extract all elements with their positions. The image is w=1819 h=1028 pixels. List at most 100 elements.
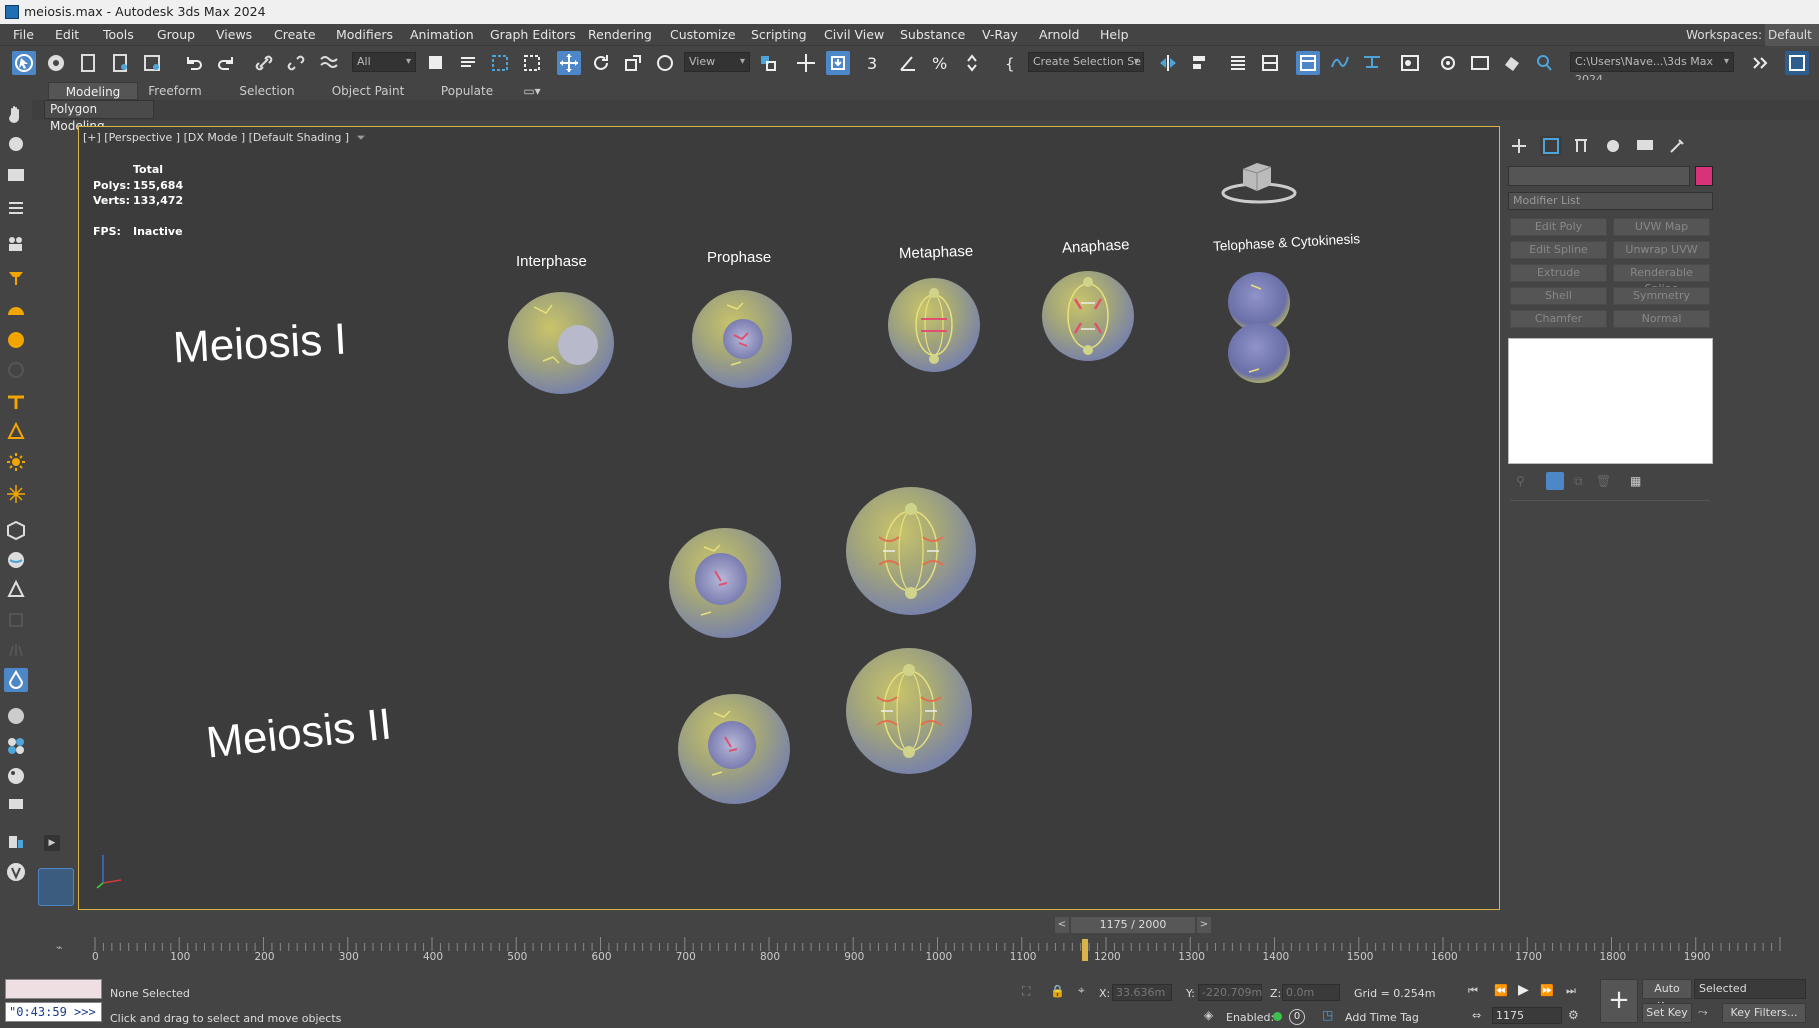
time-config-icon[interactable]: ⚙ — [1568, 1008, 1579, 1022]
more-tools-icon[interactable] — [1748, 51, 1772, 75]
render-setup-icon[interactable] — [140, 51, 164, 75]
sun-icon[interactable] — [4, 450, 28, 474]
create-tab-icon[interactable] — [1508, 136, 1530, 156]
make-unique-icon[interactable]: ⧉ — [1574, 474, 1583, 489]
scale-icon[interactable] — [621, 51, 645, 75]
toggle-ribbon-icon[interactable] — [1296, 51, 1320, 75]
key-tangent-icon[interactable]: ⤳ — [1698, 1005, 1708, 1020]
sky-light-icon[interactable] — [4, 482, 28, 506]
box-object-icon[interactable] — [4, 518, 28, 542]
meiosis2-metaphase-cell-top[interactable] — [846, 487, 976, 615]
list-icon[interactable] — [4, 196, 28, 220]
pan-hand-icon[interactable] — [4, 102, 28, 126]
isolate-selection-icon[interactable]: ⛶ — [1022, 984, 1030, 999]
display-icon[interactable] — [4, 794, 28, 818]
sphere-object-icon[interactable] — [4, 548, 28, 572]
play-icon[interactable]: ▶ — [1518, 982, 1529, 998]
meiosis2-prophase-cell-top[interactable] — [669, 528, 781, 638]
menu-views[interactable]: Views — [216, 24, 252, 46]
maxscript-listener-field[interactable] — [5, 979, 102, 999]
utilities-tab-icon[interactable] — [1666, 136, 1688, 156]
frame-display[interactable]: 1175 / 2000 — [1071, 917, 1195, 933]
menu-substance[interactable]: Substance — [900, 24, 965, 46]
render-in-cloud-icon[interactable] — [1532, 51, 1556, 75]
show-end-result-icon[interactable] — [1546, 472, 1564, 490]
tab-object-paint[interactable]: Object Paint — [326, 82, 410, 100]
renderable-spline-button[interactable]: Renderable Spline — [1613, 264, 1710, 295]
edit-poly-button[interactable]: Edit Poly — [1510, 218, 1607, 236]
select-object-icon[interactable] — [12, 51, 36, 75]
current-frame-field[interactable]: 1175 — [1492, 1007, 1562, 1024]
menu-civil-view[interactable]: Civil View — [824, 24, 884, 46]
menu-customize[interactable]: Customize — [670, 24, 736, 46]
chamfer-button[interactable]: Chamfer — [1510, 310, 1607, 328]
selection-filter-dropdown[interactable]: All — [352, 52, 416, 72]
keyboard-shortcut-override-icon[interactable] — [826, 51, 850, 75]
save-file-icon[interactable] — [108, 51, 132, 75]
move-icon[interactable] — [557, 51, 581, 75]
meiosis2-metaphase-cell-bottom[interactable] — [846, 648, 972, 774]
expand-toolbar-button[interactable]: ▶ — [44, 835, 60, 851]
modifier-stack[interactable] — [1508, 338, 1713, 464]
menu-tools[interactable]: Tools — [103, 24, 134, 46]
motion-tab-icon[interactable] — [1602, 136, 1624, 156]
spotlight-icon[interactable] — [4, 266, 28, 290]
goto-start-icon[interactable]: ⏮ — [1468, 984, 1478, 998]
orbit-icon[interactable] — [4, 132, 28, 156]
edit-named-selection-icon[interactable]: { — [1000, 51, 1024, 75]
extrude-button[interactable]: Extrude — [1510, 264, 1607, 282]
rectangular-selection-icon[interactable] — [488, 51, 512, 75]
metaphase-cell[interactable] — [888, 278, 980, 372]
layer-explorer-icon[interactable] — [1258, 51, 1282, 75]
set-key-button[interactable]: Set Key — [1642, 1003, 1692, 1023]
edit-spline-button[interactable]: Edit Spline — [1510, 241, 1607, 259]
link-icon[interactable] — [252, 51, 276, 75]
modifier-list-dropdown[interactable]: Modifier List — [1508, 192, 1713, 210]
percent-snap-icon[interactable]: % — [928, 51, 952, 75]
camera-icon[interactable] — [4, 162, 28, 186]
ies-light-icon[interactable] — [4, 420, 28, 444]
time-slider[interactable]: < 1175 / 2000 > — [1055, 917, 1211, 934]
mirror-icon[interactable] — [1156, 51, 1180, 75]
time-tag-icon[interactable]: ◳ — [1322, 1008, 1333, 1022]
vray-icon[interactable] — [4, 860, 28, 884]
reference-coord-dropdown[interactable]: View — [684, 52, 750, 72]
ribbon-options-icon[interactable]: ▭▾ — [520, 82, 544, 100]
modify-panel-icon[interactable] — [4, 668, 28, 692]
menu-rendering[interactable]: Rendering — [588, 24, 652, 46]
perspective-viewport[interactable]: [+] [Perspective ] [DX Mode ] [Default S… — [78, 126, 1500, 910]
menu-modifiers[interactable]: Modifiers — [336, 24, 393, 46]
menu-file[interactable]: File — [13, 24, 34, 46]
meiosis2-prophase-cell-bottom[interactable] — [678, 694, 790, 804]
place-icon[interactable] — [653, 51, 677, 75]
render-setup-toolbar-icon[interactable] — [1436, 51, 1460, 75]
curve-editor-icon[interactable] — [1328, 51, 1352, 75]
save-workspace-icon[interactable] — [1785, 51, 1809, 75]
tab-selection[interactable]: Selection — [232, 82, 302, 100]
menu-arnold[interactable]: Arnold — [1039, 24, 1079, 46]
menu-vray[interactable]: V-Ray — [982, 24, 1018, 46]
next-key-icon[interactable]: ⏩ — [1540, 984, 1554, 997]
cell-models[interactable] — [79, 127, 1500, 910]
viewport-layout-button[interactable] — [38, 868, 74, 906]
angle-snap-icon[interactable] — [896, 51, 920, 75]
auto-key-button[interactable]: Auto Key — [1642, 979, 1692, 1013]
normal-button[interactable]: Normal — [1613, 310, 1710, 328]
selected-dropdown[interactable]: Selected — [1694, 979, 1806, 999]
set-key-big-button[interactable]: + — [1600, 979, 1638, 1023]
undo-icon[interactable] — [182, 51, 206, 75]
configure-modifier-sets-icon[interactable]: ▦ — [1630, 474, 1641, 488]
polygon-modeling-panel[interactable]: Polygon Modeling — [44, 100, 154, 133]
menu-help[interactable]: Help — [1100, 24, 1129, 46]
bind-space-warp-icon[interactable] — [316, 51, 340, 75]
menu-animation[interactable]: Animation — [410, 24, 474, 46]
open-file-icon[interactable] — [76, 51, 100, 75]
prev-key-icon[interactable]: ⏪ — [1494, 984, 1508, 997]
object-name-field[interactable] — [1508, 166, 1690, 186]
unwrap-uvw-button[interactable]: Unwrap UVW — [1613, 241, 1710, 259]
dome-light-icon[interactable] — [4, 298, 28, 322]
tab-modeling[interactable]: Modeling — [48, 82, 138, 100]
remove-modifier-icon[interactable]: 🗑 — [1596, 474, 1611, 488]
prev-frame-button[interactable]: < — [1055, 917, 1069, 933]
z-coord-field[interactable]: 0.0m — [1282, 984, 1340, 1001]
